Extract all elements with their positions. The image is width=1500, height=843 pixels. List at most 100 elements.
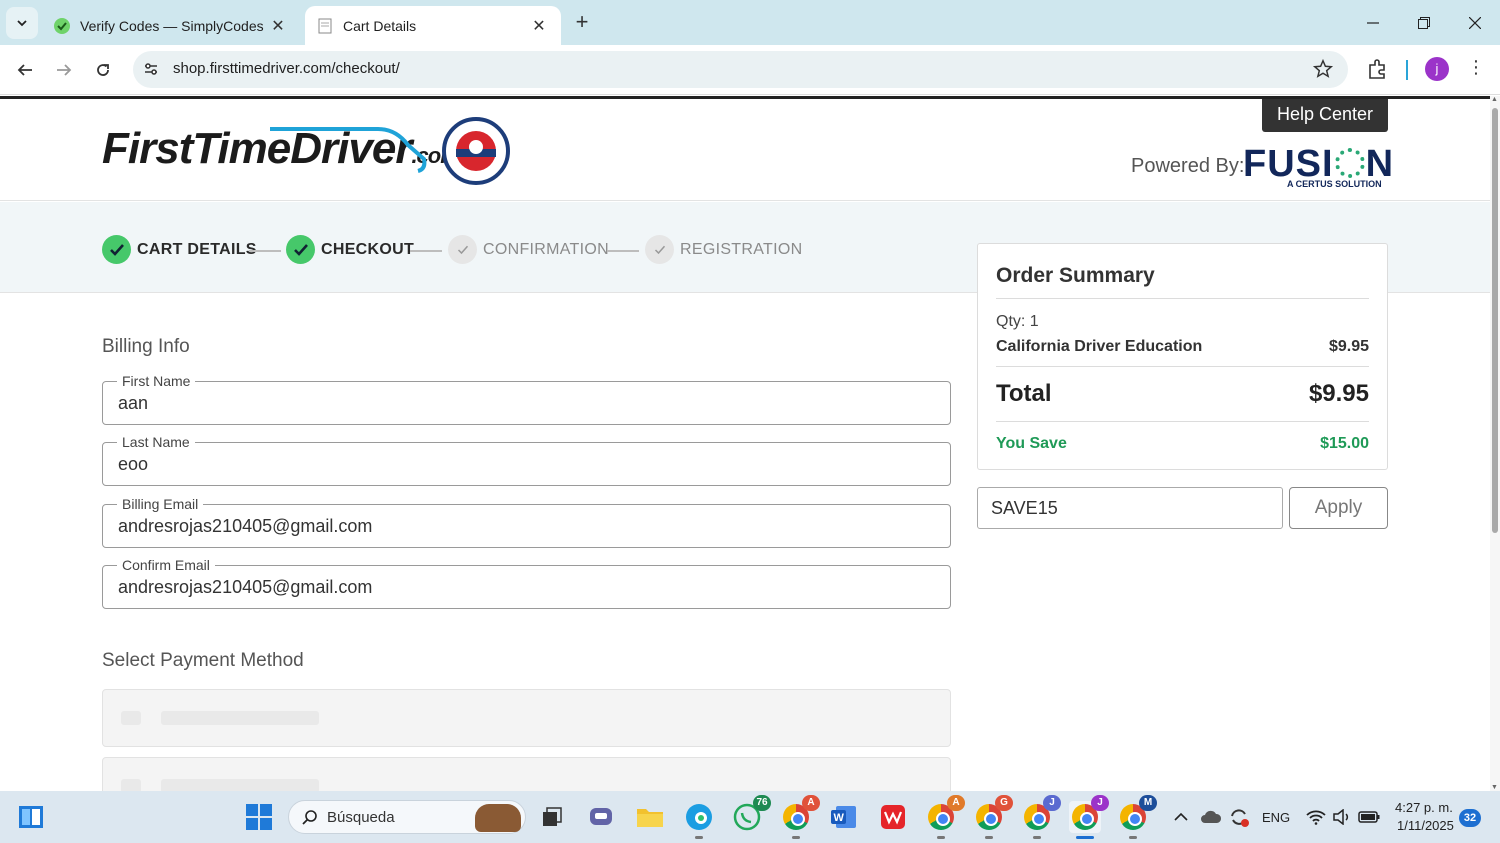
- american-safety-council-seal-icon: [442, 117, 510, 185]
- address-bar[interactable]: shop.firsttimedriver.com/checkout/: [133, 51, 1348, 88]
- extensions-icon[interactable]: [1366, 57, 1390, 81]
- sync-alert-icon[interactable]: [1226, 801, 1252, 833]
- page-scrollbar[interactable]: ▲ ▼: [1490, 96, 1500, 791]
- back-button[interactable]: [10, 55, 40, 85]
- file-explorer-icon[interactable]: [634, 801, 666, 833]
- wps-office-icon[interactable]: [877, 801, 909, 833]
- new-tab-button[interactable]: +: [568, 8, 596, 36]
- chevron-up-icon[interactable]: [1170, 801, 1192, 833]
- taskbar-search[interactable]: Búsqueda: [288, 800, 526, 834]
- divider: [996, 421, 1369, 422]
- chrome-profile-m-icon[interactable]: M: [1117, 795, 1157, 839]
- help-center-button[interactable]: Help Center: [1262, 99, 1388, 132]
- payment-option-loading[interactable]: [102, 689, 951, 747]
- scrollbar-thumb[interactable]: [1492, 108, 1498, 533]
- confirm-email-field[interactable]: Confirm Email: [102, 557, 951, 609]
- site-info-icon[interactable]: [141, 59, 161, 79]
- chrome-profile-j-active-icon[interactable]: J: [1069, 795, 1109, 839]
- confirm-email-input[interactable]: [118, 577, 918, 598]
- notification-count-badge[interactable]: 32: [1459, 809, 1481, 827]
- order-summary-card: Order Summary Qty: 1 California Driver E…: [977, 243, 1388, 470]
- first-name-input[interactable]: [118, 393, 918, 414]
- reload-icon: [97, 64, 109, 76]
- bookmark-star-icon[interactable]: [1312, 58, 1334, 80]
- tab-cart-details[interactable]: Cart Details ✕: [305, 6, 561, 45]
- minimize-button[interactable]: [1358, 8, 1388, 38]
- check-circle-icon: [448, 235, 477, 264]
- battery-icon[interactable]: [1356, 801, 1382, 833]
- step-connector: [410, 250, 442, 252]
- last-name-field[interactable]: Last Name: [102, 434, 951, 486]
- onedrive-cloud-icon[interactable]: [1198, 801, 1224, 833]
- step-label: REGISTRATION: [680, 240, 803, 258]
- chrome-profile-j-icon[interactable]: J: [1021, 795, 1061, 839]
- wifi-icon[interactable]: [1304, 801, 1328, 833]
- step-connector: [607, 250, 639, 252]
- step-label: CONFIRMATION: [483, 240, 609, 258]
- first-name-field[interactable]: First Name: [102, 373, 951, 425]
- profile-badge: J: [1043, 795, 1061, 811]
- billing-email-input[interactable]: [118, 516, 918, 537]
- confirm-email-label: Confirm Email: [117, 557, 215, 573]
- coupon-code-input[interactable]: SAVE15: [991, 498, 1058, 519]
- forward-button[interactable]: [49, 55, 79, 85]
- whatsapp-icon[interactable]: 76: [731, 795, 771, 833]
- whatsapp-badge: 76: [753, 795, 771, 811]
- chrome-profile-g-icon[interactable]: G: [973, 795, 1013, 839]
- restore-button[interactable]: [1409, 8, 1439, 38]
- task-view-icon[interactable]: [536, 801, 568, 833]
- running-indicator: [985, 836, 993, 839]
- check-circle-icon: [102, 235, 131, 264]
- tab-search-button[interactable]: [6, 7, 38, 39]
- tab-verify-codes[interactable]: Verify Codes — SimplyCodes ✕: [42, 6, 300, 45]
- windows-logo-icon: [246, 804, 272, 830]
- search-icon: [302, 810, 317, 825]
- close-tab-icon[interactable]: ✕: [529, 16, 549, 36]
- widgets-icon[interactable]: [15, 801, 47, 833]
- billing-info-title: Billing Info: [102, 336, 190, 357]
- skeleton-block: [161, 779, 319, 791]
- edge-browser-icon[interactable]: [683, 801, 715, 839]
- word-icon[interactable]: W: [828, 801, 860, 833]
- scroll-down-icon[interactable]: ▼: [1491, 784, 1498, 791]
- close-icon: [1469, 17, 1481, 29]
- arrow-left-icon: [17, 64, 32, 76]
- you-save-value: $15.00: [1320, 435, 1369, 452]
- url-text[interactable]: shop.firsttimedriver.com/checkout/: [173, 60, 400, 77]
- order-item-price: $9.95: [1328, 338, 1369, 355]
- skeleton-block: [161, 711, 319, 725]
- teams-chat-icon[interactable]: [585, 801, 617, 833]
- browser-tab-bar: Verify Codes — SimplyCodes ✕ Cart Detail…: [0, 0, 1500, 45]
- tab-label: Cart Details: [343, 17, 417, 34]
- active-indicator: [1076, 836, 1094, 839]
- menu-kebab-icon[interactable]: ⋮: [1466, 57, 1486, 81]
- language-indicator[interactable]: ENG: [1262, 810, 1290, 825]
- billing-email-field[interactable]: Billing Email: [102, 496, 951, 548]
- divider: [996, 298, 1369, 299]
- you-save-label: You Save: [996, 435, 1067, 452]
- checkout-page: FirstTimeDriver.com Help Center Powered …: [0, 96, 1490, 791]
- close-tab-icon[interactable]: ✕: [268, 16, 288, 36]
- clock-date[interactable]: 1/11/2025: [1397, 818, 1454, 833]
- close-window-button[interactable]: [1460, 8, 1490, 38]
- scroll-up-icon[interactable]: ▲: [1491, 96, 1498, 103]
- skeleton-block: [121, 711, 141, 725]
- simplycodes-favicon-icon: [54, 17, 70, 34]
- profile-badge: A: [802, 795, 820, 811]
- volume-icon[interactable]: [1330, 801, 1354, 833]
- page-favicon-icon: [317, 18, 333, 34]
- step-label: CHECKOUT: [321, 240, 415, 258]
- profile-badge: M: [1139, 795, 1157, 811]
- payment-option-loading[interactable]: [102, 757, 951, 791]
- clock-time[interactable]: 4:27 p. m.: [1395, 800, 1453, 815]
- coupon-code-field[interactable]: SAVE15: [977, 487, 1283, 529]
- reload-button[interactable]: [88, 55, 118, 85]
- last-name-input[interactable]: [118, 454, 918, 475]
- profile-avatar[interactable]: j: [1425, 57, 1449, 81]
- start-button[interactable]: [243, 801, 275, 833]
- step-cart-details: CART DETAILS: [102, 235, 257, 264]
- chrome-profile-a-icon[interactable]: A: [780, 795, 820, 839]
- apply-coupon-button[interactable]: Apply: [1289, 487, 1388, 529]
- step-connector: [249, 250, 281, 252]
- chrome-profile-a2-icon[interactable]: A: [925, 795, 965, 839]
